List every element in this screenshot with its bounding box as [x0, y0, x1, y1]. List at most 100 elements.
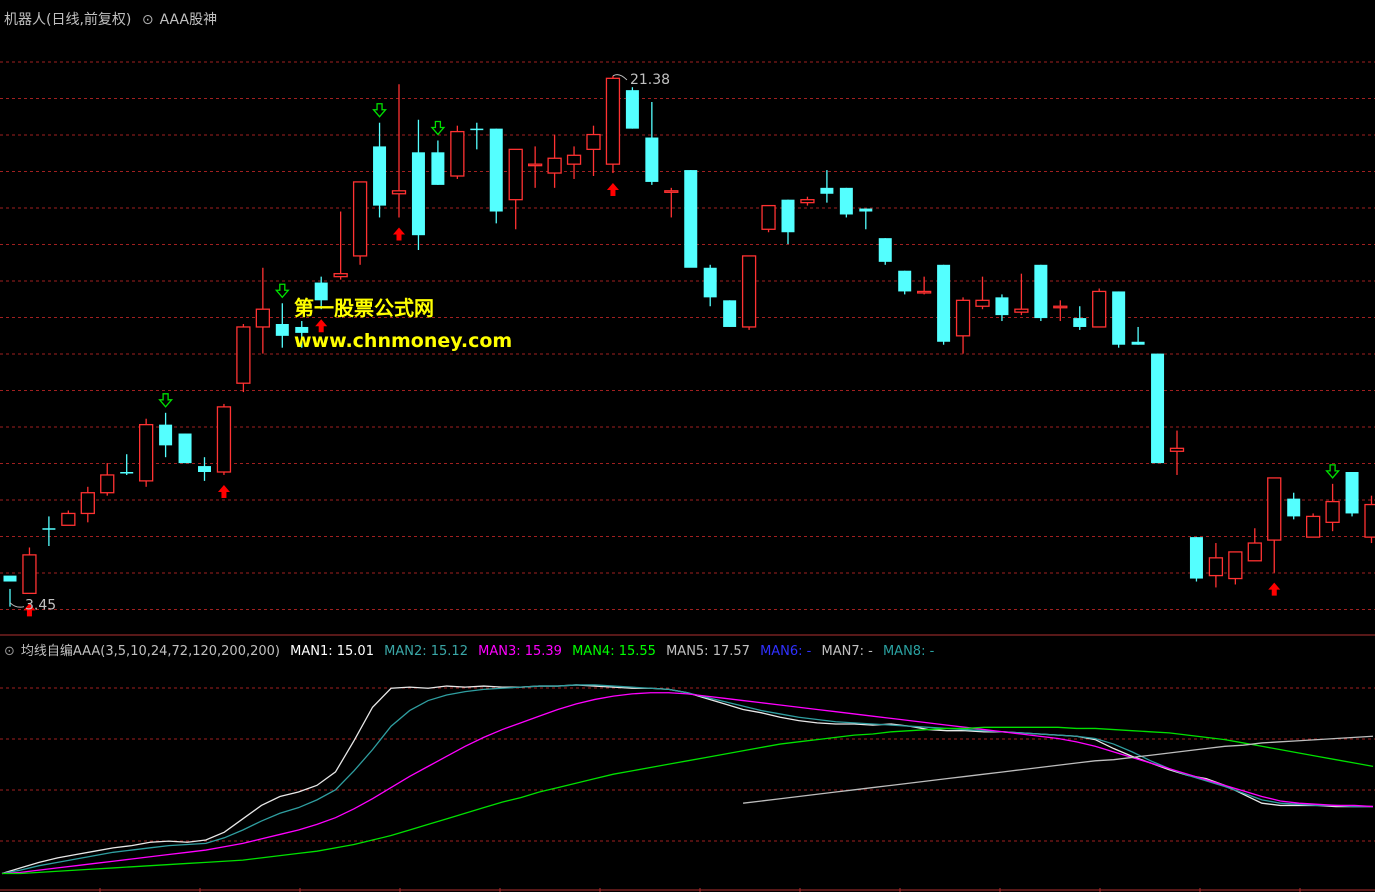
candle-body	[1073, 318, 1087, 327]
sub-panel-title: 均线自编AAA(3,5,10,24,72,120,200,200)	[20, 644, 280, 659]
candle-body	[566, 154, 582, 165]
candle-body	[411, 152, 425, 236]
buy-arrow-icon	[217, 484, 230, 498]
watermark-line1: 第一股票公式网	[294, 296, 434, 320]
candle-body	[3, 575, 17, 582]
candle-body	[741, 255, 757, 328]
candle-body	[80, 492, 95, 515]
candle-body	[216, 406, 232, 473]
legend-man6: MAN6: -	[760, 644, 812, 659]
watermark-line2: www.chnmoney.com	[294, 330, 513, 352]
legend-man1: MAN1: 15.01	[290, 644, 374, 659]
indicator-label[interactable]: AAA股神	[160, 12, 218, 28]
candle-body	[645, 137, 659, 182]
candle-body	[450, 130, 465, 177]
candle-body	[470, 128, 484, 131]
candle-body	[1189, 537, 1203, 579]
candle-body	[820, 187, 834, 194]
ma-line-man3	[1, 692, 1374, 875]
legend-man5: MAN5: 17.57	[666, 644, 750, 659]
candle-body	[431, 152, 445, 185]
candle-body	[839, 187, 853, 215]
candle-body	[781, 199, 795, 233]
candle-body	[1306, 515, 1321, 538]
candle-body	[255, 308, 271, 328]
low-value-label: 3.45	[25, 598, 56, 614]
sell-arrow-icon	[430, 120, 446, 136]
candle-body	[198, 466, 211, 472]
candle-body	[178, 433, 192, 464]
buy-arrow-icon	[606, 183, 619, 197]
candle-body	[586, 133, 601, 151]
candle-body	[42, 528, 56, 530]
candle-body	[605, 77, 621, 165]
chevron-down-icon[interactable]: ⊙	[142, 12, 154, 28]
legend-man2: MAN2: 15.12	[384, 644, 468, 659]
candle-body	[547, 157, 562, 174]
candle-body	[508, 148, 523, 201]
candle-body	[664, 190, 679, 193]
legend-man7: MAN7: -	[821, 644, 873, 659]
main-panel-header: 机器人(日线,前复权) ⊙ AAA股神	[4, 9, 223, 29]
candle-body	[1247, 542, 1262, 562]
candle-body	[1092, 290, 1107, 328]
formula-label: 机器人(日线,前复权)	[4, 12, 132, 28]
candle-body	[352, 181, 368, 257]
settings-circle-icon[interactable]: ⊙	[4, 644, 15, 659]
candle-body	[878, 238, 892, 262]
candle-body	[1287, 498, 1301, 517]
candle-body	[1131, 341, 1145, 345]
candle-body	[955, 299, 971, 337]
candle-body	[625, 90, 639, 129]
candle-body	[1014, 308, 1029, 313]
buy-arrow-icon	[393, 227, 405, 241]
candle-body	[1112, 291, 1126, 345]
candle-body	[333, 273, 348, 278]
candle-body	[1208, 557, 1224, 577]
candlestick-chart[interactable]: 21.38 3.45	[0, 0, 1375, 636]
high-value-label: 21.38	[630, 72, 670, 88]
candle-body	[528, 163, 543, 167]
sell-arrow-icon	[1325, 464, 1341, 479]
ma-line-man2	[1, 684, 1373, 875]
candle-body	[275, 324, 289, 336]
candle-body	[159, 424, 173, 446]
ma-line-man5	[743, 735, 1374, 804]
candle-body	[703, 267, 717, 298]
candle-body	[1267, 477, 1282, 541]
candle-body	[1228, 551, 1243, 580]
candle-body	[489, 128, 503, 212]
candle-body	[1151, 353, 1165, 464]
buy-arrow-icon	[1268, 582, 1281, 596]
candle-body	[120, 472, 134, 474]
candle-body	[917, 290, 932, 294]
candle-body	[1325, 500, 1340, 523]
candle-body	[684, 170, 698, 268]
candle-body	[236, 326, 251, 384]
candle-body	[1364, 503, 1375, 538]
candle-body	[975, 299, 990, 307]
candle-body	[1053, 305, 1068, 309]
candle-body	[937, 264, 951, 342]
legend-man4: MAN4: 15.55	[572, 644, 656, 659]
legend-man8: MAN8: -	[882, 644, 935, 659]
candle-body	[22, 554, 37, 595]
sell-arrow-icon	[372, 103, 387, 118]
moving-average-chart[interactable]	[0, 636, 1375, 892]
candle-body	[800, 199, 815, 204]
candle-body	[100, 474, 115, 494]
candle-body	[391, 190, 407, 195]
candle-body	[61, 512, 76, 526]
sub-panel-header: ⊙ 均线自编AAA(3,5,10,24,72,120,200,200) MAN1:…	[4, 640, 940, 659]
candle-body	[1345, 472, 1359, 514]
sell-arrow-icon	[158, 393, 174, 408]
candle-body	[373, 146, 387, 206]
candle-body	[1169, 447, 1185, 452]
ma-line-man1	[1, 684, 1373, 875]
ma-line-man4	[2, 726, 1374, 875]
candle-body	[1034, 264, 1048, 319]
candle-body	[138, 423, 154, 482]
candle-body	[761, 204, 776, 230]
candle-body	[898, 270, 912, 292]
candle-body	[995, 297, 1009, 316]
